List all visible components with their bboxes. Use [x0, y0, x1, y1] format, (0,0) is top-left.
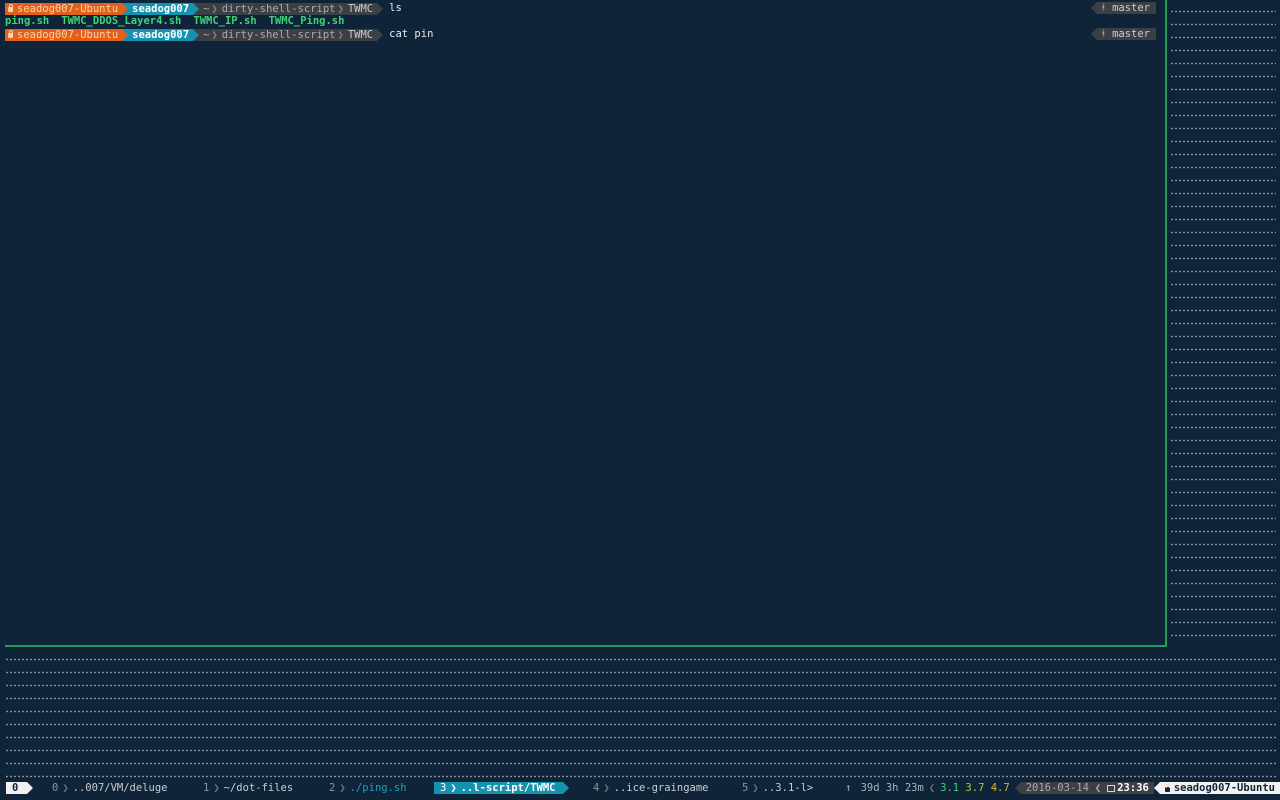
file-name: TWMC_Ping.sh [268, 15, 345, 27]
path-part: ~ [203, 2, 210, 15]
prompt-host-segment: seadog007-Ubuntu [5, 28, 129, 41]
session-id: 0 [12, 782, 19, 794]
tmux-status-bar: 0 0 ❯ ..007/VM/deluge 1 ❯ ~/dot-files 2 ❯ ./pi… [0, 781, 1280, 795]
window-name: ..ice-graingame [613, 782, 709, 794]
terminal-pane-right[interactable] [1170, 2, 1276, 647]
git-branch-indicator: ᚼ master [1090, 28, 1156, 40]
prompt-host: seadog007-Ubuntu [17, 2, 119, 15]
chevron-right-icon: ❯ [211, 2, 218, 15]
file-name: TWMC_IP.sh [193, 15, 257, 27]
window-index: 1 [203, 782, 210, 794]
command-text: ls [389, 2, 402, 14]
prompt-path-segment: ~ ❯ dirty-shell-script ❯ TWMC [193, 2, 384, 15]
prompt-user: seadog007 [132, 2, 190, 15]
git-branch-name: master [1112, 2, 1150, 14]
prompt-path-segment: ~ ❯ dirty-shell-script ❯ TWMC [193, 28, 384, 41]
chevron-right-icon: ❯ [62, 782, 69, 794]
window-index: 5 [742, 782, 749, 794]
tmux-right-status: ↑ 39d 3h 23m ❮ 3.1 3.7 4.7 2016-03-14 ❮ 2… [840, 782, 1280, 794]
window-name: ..l-script/TWMC [460, 782, 556, 794]
chevron-right-icon: ❯ [337, 2, 344, 15]
git-branch-indicator: ᚼ master [1090, 2, 1156, 14]
command-input[interactable]: cat pin [389, 28, 433, 41]
window-name: ./ping.sh [349, 782, 407, 794]
date: 2016-03-14 [1020, 782, 1094, 794]
chevron-right-icon: ❯ [337, 28, 344, 41]
file-name: ping.sh [5, 15, 50, 27]
lock-icon [1164, 783, 1170, 792]
window-name: ..007/VM/deluge [72, 782, 168, 794]
path-part: ~ [203, 28, 210, 41]
git-branch-icon: ᚼ [1100, 3, 1107, 13]
uptime: ↑ 39d 3h 23m [840, 782, 929, 794]
path-part: dirty-shell-script [221, 28, 336, 41]
chevron-left-icon: ❮ [1093, 782, 1103, 794]
prompt-host: seadog007-Ubuntu [17, 28, 119, 41]
chevron-right-icon: ❯ [339, 782, 346, 794]
status-hostname: seadog007-Ubuntu [1159, 782, 1280, 794]
path-part: dirty-shell-script [221, 2, 336, 15]
prompt-line: seadog007-Ubuntu seadog007 ~ ❯ dirty-shel… [5, 2, 402, 15]
uptime-value: 39d 3h 23m [860, 782, 924, 794]
prompt-host-segment: seadog007-Ubuntu [5, 2, 129, 15]
load-15m: 4.7 [990, 782, 1010, 794]
time-value: 23:36 [1117, 782, 1149, 794]
window-index: 0 [52, 782, 59, 794]
prompt-line: seadog007-Ubuntu seadog007 ~ ❯ dirty-shel… [5, 28, 433, 41]
lock-icon [8, 4, 13, 12]
window-index: 4 [593, 782, 600, 794]
pane-divider-horizontal[interactable] [5, 645, 1167, 647]
prompt-user-segment: seadog007 [122, 28, 200, 41]
chevron-right-icon: ❯ [752, 782, 759, 794]
tmux-session[interactable]: 0 [6, 782, 34, 794]
chevron-right-icon: ❯ [603, 782, 610, 794]
path-part: TWMC [347, 2, 374, 15]
chevron-right-icon: ❯ [211, 28, 218, 41]
clock-icon [1107, 784, 1116, 792]
path-part: TWMC [347, 28, 374, 41]
load-average: 3.1 3.7 4.7 [935, 782, 1015, 794]
ls-output: ping.sh TWMC_DDOS_Layer4.sh TWMC_IP.sh T… [5, 15, 356, 28]
tmux-window-tab-current[interactable]: 3 ❯ ..l-script/TWMC [434, 782, 570, 794]
prompt-user: seadog007 [132, 28, 190, 41]
window-name: ~/dot-files [223, 782, 294, 794]
tmux-window-tab[interactable]: 5 ❯ ..3.1-l> [742, 782, 813, 794]
terminal-pane-main[interactable]: seadog007-Ubuntu seadog007 ~ ❯ dirty-shel… [0, 0, 1165, 645]
hostname-value: seadog007-Ubuntu [1173, 782, 1275, 794]
terminal-pane-bottom[interactable] [5, 650, 1276, 778]
prompt-user-segment: seadog007 [122, 2, 200, 15]
file-name: TWMC_DDOS_Layer4.sh [61, 15, 182, 27]
tmux-window-tab[interactable]: 0 ❯ ..007/VM/deluge [52, 782, 167, 794]
chevron-right-icon: ❯ [213, 782, 220, 794]
git-branch-icon: ᚼ [1100, 29, 1107, 39]
lock-icon [8, 30, 13, 38]
tmux-window-tab[interactable]: 4 ❯ ..ice-graingame [593, 782, 708, 794]
arrow-up-icon: ↑ [845, 782, 852, 794]
window-index: 2 [329, 782, 336, 794]
pane-divider-vertical[interactable] [1165, 0, 1167, 647]
tmux-window-tab[interactable]: 1 ❯ ~/dot-files [203, 782, 293, 794]
load-1m: 3.1 [940, 782, 960, 794]
window-name: ..3.1-l> [762, 782, 814, 794]
tmux-window-tab[interactable]: 2 ❯ ./ping.sh [329, 782, 407, 794]
window-index: 3 [440, 782, 447, 794]
load-5m: 3.7 [965, 782, 985, 794]
clock: 23:36 [1102, 782, 1154, 794]
chevron-right-icon: ❯ [450, 782, 457, 794]
git-branch-name: master [1112, 28, 1150, 40]
